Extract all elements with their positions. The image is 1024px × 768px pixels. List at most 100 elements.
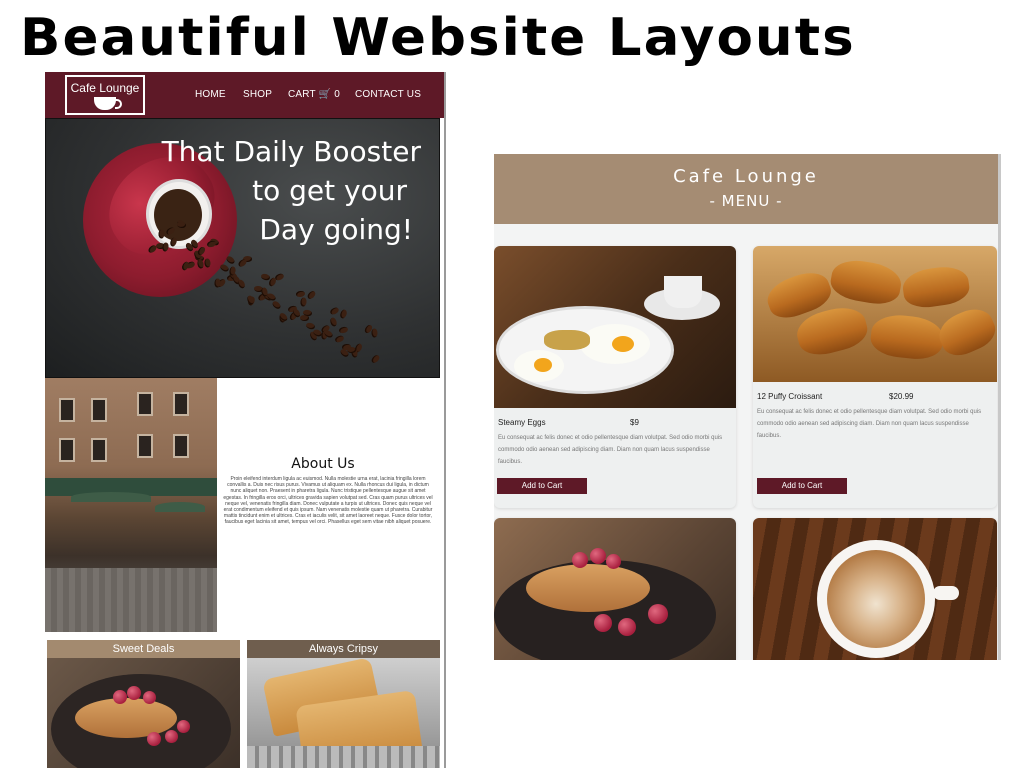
cafe-street-photo (45, 378, 217, 632)
raspberry (147, 732, 161, 746)
right-website-mockup: Cafe Lounge - MENU - Steamy Eggs $9 Eu c… (494, 154, 998, 660)
coffee-bean (371, 328, 378, 338)
menu-card-pancakes[interactable] (494, 518, 736, 660)
latte-photo (753, 518, 997, 660)
deal-label: Always Cripsy (247, 640, 440, 658)
egg-yolk (534, 358, 552, 372)
left-website-mockup: Cafe Lounge HOME SHOP CART 🛒 0 CONTACT U… (45, 72, 445, 768)
cafe-umbrella (71, 492, 151, 502)
nav-cart[interactable]: CART 🛒 0 (288, 89, 340, 100)
nav-cart-label: CART (288, 89, 316, 100)
nav-contact[interactable]: CONTACT US (355, 89, 421, 100)
raspberry (572, 552, 588, 568)
building-window (59, 398, 75, 422)
hero-line-2: to get your (252, 174, 407, 207)
coffee-bean (329, 316, 338, 327)
coffee-bean (260, 286, 269, 297)
raspberry (127, 686, 141, 700)
coffee-bean (337, 325, 349, 334)
building-window (59, 438, 75, 462)
right-scrollbar[interactable] (998, 154, 1001, 660)
croissant (933, 302, 997, 362)
building-window (91, 398, 107, 422)
hero-line-1: That Daily Booster (161, 135, 421, 168)
raspberry (590, 548, 606, 564)
nav-shop[interactable]: SHOP (243, 89, 272, 100)
building-window (173, 434, 189, 458)
logo[interactable]: Cafe Lounge (65, 75, 145, 115)
building-window (91, 438, 107, 462)
raspberry (165, 730, 178, 743)
hero-line-3: Day going! (259, 213, 413, 246)
coffee-bean (236, 278, 247, 290)
coffee-bean (299, 296, 307, 307)
navbar: Cafe Lounge HOME SHOP CART 🛒 0 CONTACT U… (45, 72, 445, 118)
menu-card-eggs[interactable]: Steamy Eggs $9 Eu consequat ac felis don… (494, 246, 736, 508)
menu-card-croissant[interactable]: 12 Puffy Croissant $20.99 Eu consequat a… (753, 246, 997, 508)
coffee-bean (224, 255, 236, 266)
croissant (828, 256, 904, 308)
pancake-photo (494, 518, 736, 660)
croissant-photo (753, 246, 997, 382)
coffee-bean (334, 334, 346, 344)
item-description: Eu consequat ac felis donec et odio pell… (757, 409, 982, 439)
coffee-bean (203, 257, 211, 268)
coffee-bean (270, 299, 282, 311)
cafe-umbrella (155, 502, 205, 512)
cobblestone-street (45, 568, 217, 632)
egg-yolk (612, 336, 634, 352)
building-window (137, 434, 153, 458)
coffee-bean (347, 346, 357, 353)
toast-photo (247, 658, 440, 768)
menu-subtitle: - MENU - (709, 192, 783, 210)
coffee-bean (329, 306, 341, 317)
building-window (137, 392, 153, 416)
cart-count: 0 (334, 89, 341, 100)
nav-home[interactable]: HOME (195, 89, 226, 100)
coffee-cup (664, 276, 702, 308)
raspberry (143, 691, 156, 704)
left-scrollbar[interactable] (444, 72, 446, 768)
item-price: $9 (630, 418, 639, 427)
pancake-stack (75, 698, 177, 738)
shopping-cart-icon: 🛒 (318, 89, 332, 100)
item-description: Eu consequat ac felis donec et odio pell… (498, 435, 723, 465)
add-to-cart-button[interactable]: Add to Cart (757, 478, 847, 494)
hash-browns (544, 330, 590, 350)
page-heading: Beautiful Website Layouts (20, 8, 856, 68)
eggs-photo (494, 246, 736, 408)
raspberry (177, 720, 190, 733)
cup-handle (933, 586, 959, 600)
raspberry (606, 554, 621, 569)
croissant (900, 263, 972, 311)
logo-text: Cafe Lounge (70, 81, 140, 95)
deal-label: Sweet Deals (47, 640, 240, 658)
latte-foam (827, 550, 925, 648)
raspberry (113, 690, 127, 704)
menu-header: Cafe Lounge - MENU - (494, 154, 998, 224)
deal-card-crispy[interactable]: Always Cripsy (247, 640, 440, 768)
coffee-cup-icon (94, 97, 122, 110)
toaster-grill (247, 746, 440, 768)
hero-banner: That Daily Booster to get your Day going… (45, 118, 440, 378)
pancake-photo (47, 658, 240, 768)
item-name: Steamy Eggs (498, 418, 546, 427)
coffee-bean (338, 308, 348, 320)
item-price: $20.99 (889, 392, 914, 401)
coffee-bean (218, 263, 230, 274)
raspberry (648, 604, 668, 624)
about-body: Proin eleifend interdum ligula ac euismo… (223, 476, 433, 526)
building-window (173, 392, 189, 416)
deal-card-sweet[interactable]: Sweet Deals (47, 640, 240, 768)
coffee-bean (369, 354, 381, 365)
menu-card-latte[interactable] (753, 518, 997, 660)
pancake-stack (526, 564, 650, 612)
item-name: 12 Puffy Croissant (757, 392, 823, 401)
coffee-bean (306, 290, 317, 301)
raspberry (594, 614, 612, 632)
add-to-cart-button[interactable]: Add to Cart (497, 478, 587, 494)
raspberry (618, 618, 636, 636)
menu-site-title: Cafe Lounge (673, 166, 819, 187)
about-title: About Us (291, 456, 355, 472)
croissant (869, 312, 945, 362)
